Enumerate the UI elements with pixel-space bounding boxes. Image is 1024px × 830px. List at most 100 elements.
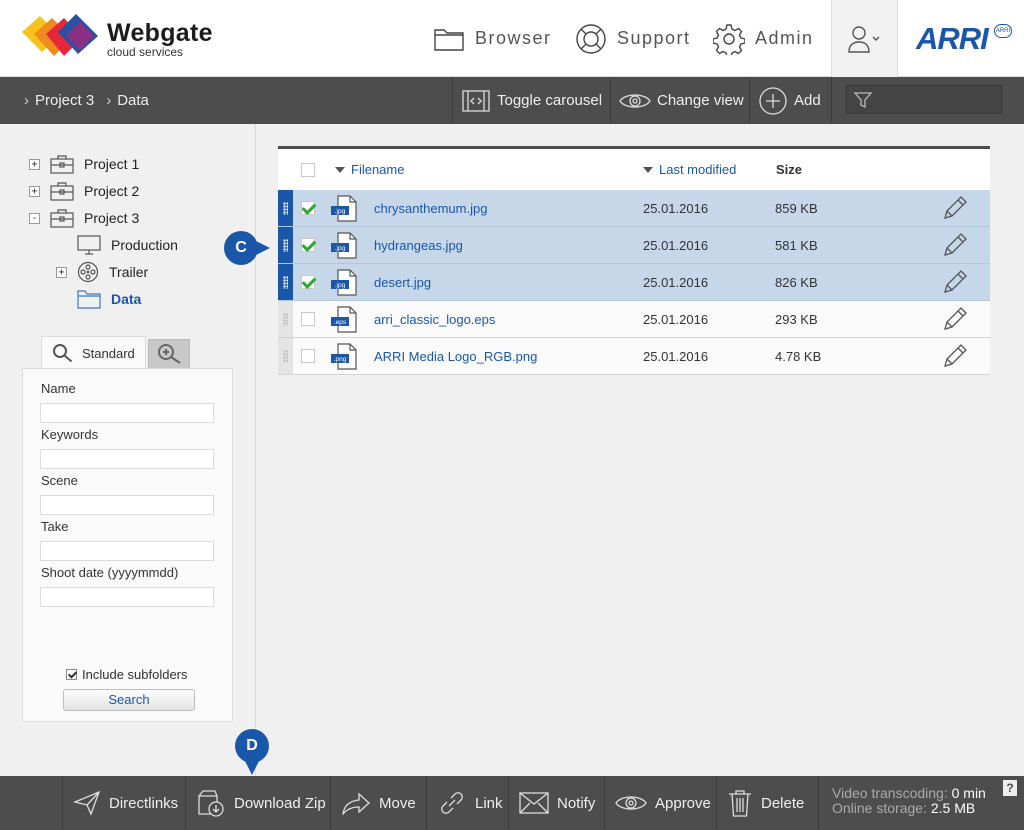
search-tabs: Standard — [41, 336, 190, 369]
add-button[interactable]: Add — [749, 77, 831, 124]
name-field[interactable] — [40, 403, 214, 423]
file-date: 25.01.2016 — [643, 312, 709, 327]
nav-admin[interactable]: Admin — [713, 0, 814, 77]
nav-support[interactable]: Support — [575, 0, 691, 77]
column-last-modified-label: Last modified — [659, 162, 737, 177]
tree-item-label: Project 2 — [84, 183, 140, 199]
edit-pencil-icon[interactable] — [942, 307, 968, 331]
change-view-button[interactable]: Change view — [610, 77, 749, 124]
shoot-date-field[interactable] — [40, 587, 214, 607]
tab-standard-search[interactable]: Standard — [41, 336, 146, 369]
select-all-checkbox[interactable] — [301, 162, 315, 177]
drag-handle[interactable] — [278, 264, 293, 300]
tree-item-project-1[interactable]: + Project 1 — [29, 153, 139, 175]
include-subfolders-checkbox[interactable] — [66, 669, 77, 680]
drag-dots-icon — [283, 238, 288, 252]
folder-icon — [433, 25, 465, 53]
storage-status: Online storage: 2.5 MB — [832, 801, 998, 816]
breadcrumb-data[interactable]: Data — [117, 92, 149, 109]
tree-item-data[interactable]: Data — [77, 288, 141, 310]
row-checkbox[interactable] — [301, 349, 315, 363]
delete-button[interactable]: Delete — [716, 776, 818, 830]
table-row[interactable]: .png ARRI Media Logo_RGB.png 25.01.2016 … — [278, 338, 990, 375]
sort-down-icon — [335, 166, 345, 173]
expand-toggle[interactable]: + — [29, 158, 40, 170]
row-checkbox[interactable] — [301, 275, 315, 289]
file-ext-text: .eps — [334, 319, 347, 326]
help-button[interactable]: ? — [1003, 780, 1017, 796]
webgate-logo[interactable] — [22, 12, 102, 62]
brand: Webgate cloud services — [107, 20, 213, 58]
file-name[interactable]: hydrangeas.jpg — [374, 238, 463, 253]
table-row[interactable]: .jpg chrysanthemum.jpg 25.01.2016 859 KB — [278, 190, 990, 227]
share-arrow-icon — [341, 791, 371, 815]
edit-pencil-icon[interactable] — [942, 344, 968, 368]
arri-logo: ARRI — [916, 21, 989, 56]
file-list-area: Filename Last modified Size .jpg chrysan… — [256, 124, 1024, 776]
notify-button[interactable]: Notify — [508, 776, 604, 830]
approve-button[interactable]: Approve — [604, 776, 716, 830]
breadcrumb: › Project 3 › Data — [24, 77, 149, 124]
nav-browser[interactable]: Browser — [433, 0, 552, 77]
include-subfolders[interactable]: Include subfolders — [66, 667, 188, 682]
take-label: Take — [41, 519, 69, 534]
drag-handle[interactable] — [278, 301, 293, 337]
paper-plane-icon — [73, 790, 101, 816]
keywords-field[interactable] — [40, 449, 214, 469]
edit-pencil-icon[interactable] — [942, 233, 968, 257]
tab-advanced-search[interactable] — [148, 339, 190, 369]
name-label: Name — [41, 381, 76, 396]
file-name[interactable]: arri_classic_logo.eps — [374, 312, 495, 327]
scene-field[interactable] — [40, 495, 214, 515]
directlinks-button[interactable]: Directlinks — [62, 776, 185, 830]
eps-file-icon: .eps — [331, 306, 357, 333]
file-ext-text: .jpg — [335, 208, 346, 215]
file-name[interactable]: ARRI Media Logo_RGB.png — [374, 349, 537, 364]
briefcase-icon — [50, 154, 84, 174]
tree-item-label: Project 1 — [84, 156, 140, 172]
column-last-modified[interactable]: Last modified — [643, 149, 736, 190]
edit-pencil-icon[interactable] — [942, 270, 968, 294]
file-name[interactable]: chrysanthemum.jpg — [374, 201, 487, 216]
select-all[interactable] — [301, 149, 315, 190]
table-row[interactable]: .jpg desert.jpg 25.01.2016 826 KB — [278, 264, 990, 301]
row-checkbox[interactable] — [301, 201, 315, 215]
row-checkbox[interactable] — [301, 238, 315, 252]
breadcrumb-project[interactable]: Project 3 — [35, 92, 94, 109]
tree-item-project-2[interactable]: + Project 2 — [29, 180, 139, 202]
take-field[interactable] — [40, 541, 214, 561]
add-label: Add — [794, 92, 821, 109]
scene-label: Scene — [41, 473, 78, 488]
collapse-toggle[interactable]: - — [29, 212, 40, 224]
move-button[interactable]: Move — [330, 776, 426, 830]
download-zip-button[interactable]: Download Zip — [185, 776, 330, 830]
column-filename[interactable]: Filename — [335, 149, 404, 190]
toolbar: › Project 3 › Data Toggle carousel Chang… — [0, 77, 1024, 124]
toggle-carousel-button[interactable]: Toggle carousel — [452, 77, 610, 124]
tree-item-trailer[interactable]: + Trailer — [56, 261, 148, 283]
link-button[interactable]: Link — [426, 776, 508, 830]
drag-handle[interactable] — [278, 190, 293, 226]
drag-handle[interactable] — [278, 338, 293, 374]
table-row[interactable]: .eps arri_classic_logo.eps 25.01.2016 29… — [278, 301, 990, 338]
tree-item-project-3[interactable]: - Project 3 — [29, 207, 139, 229]
user-menu-button[interactable] — [831, 0, 898, 77]
table-row[interactable]: .jpg hydrangeas.jpg 25.01.2016 581 KB — [278, 227, 990, 264]
film-reel-icon — [77, 261, 109, 283]
tree-item-production[interactable]: Production — [77, 234, 178, 256]
drag-handle[interactable] — [278, 227, 293, 263]
file-date: 25.01.2016 — [643, 201, 709, 216]
chevron-right-icon: › — [24, 92, 29, 109]
shoot-date-label: Shoot date (yyyymmdd) — [41, 565, 179, 580]
png-file-icon: .png — [331, 343, 357, 370]
expand-toggle[interactable]: + — [56, 266, 67, 278]
expand-toggle[interactable]: + — [29, 185, 40, 197]
edit-pencil-icon[interactable] — [942, 196, 968, 220]
search-button[interactable]: Search — [63, 689, 195, 711]
file-name[interactable]: desert.jpg — [374, 275, 431, 290]
file-size: 826 KB — [775, 275, 818, 290]
file-ext-text: .png — [334, 356, 347, 363]
column-size[interactable]: Size — [776, 149, 802, 190]
row-checkbox[interactable] — [301, 312, 315, 326]
filter-input[interactable] — [846, 85, 1002, 114]
